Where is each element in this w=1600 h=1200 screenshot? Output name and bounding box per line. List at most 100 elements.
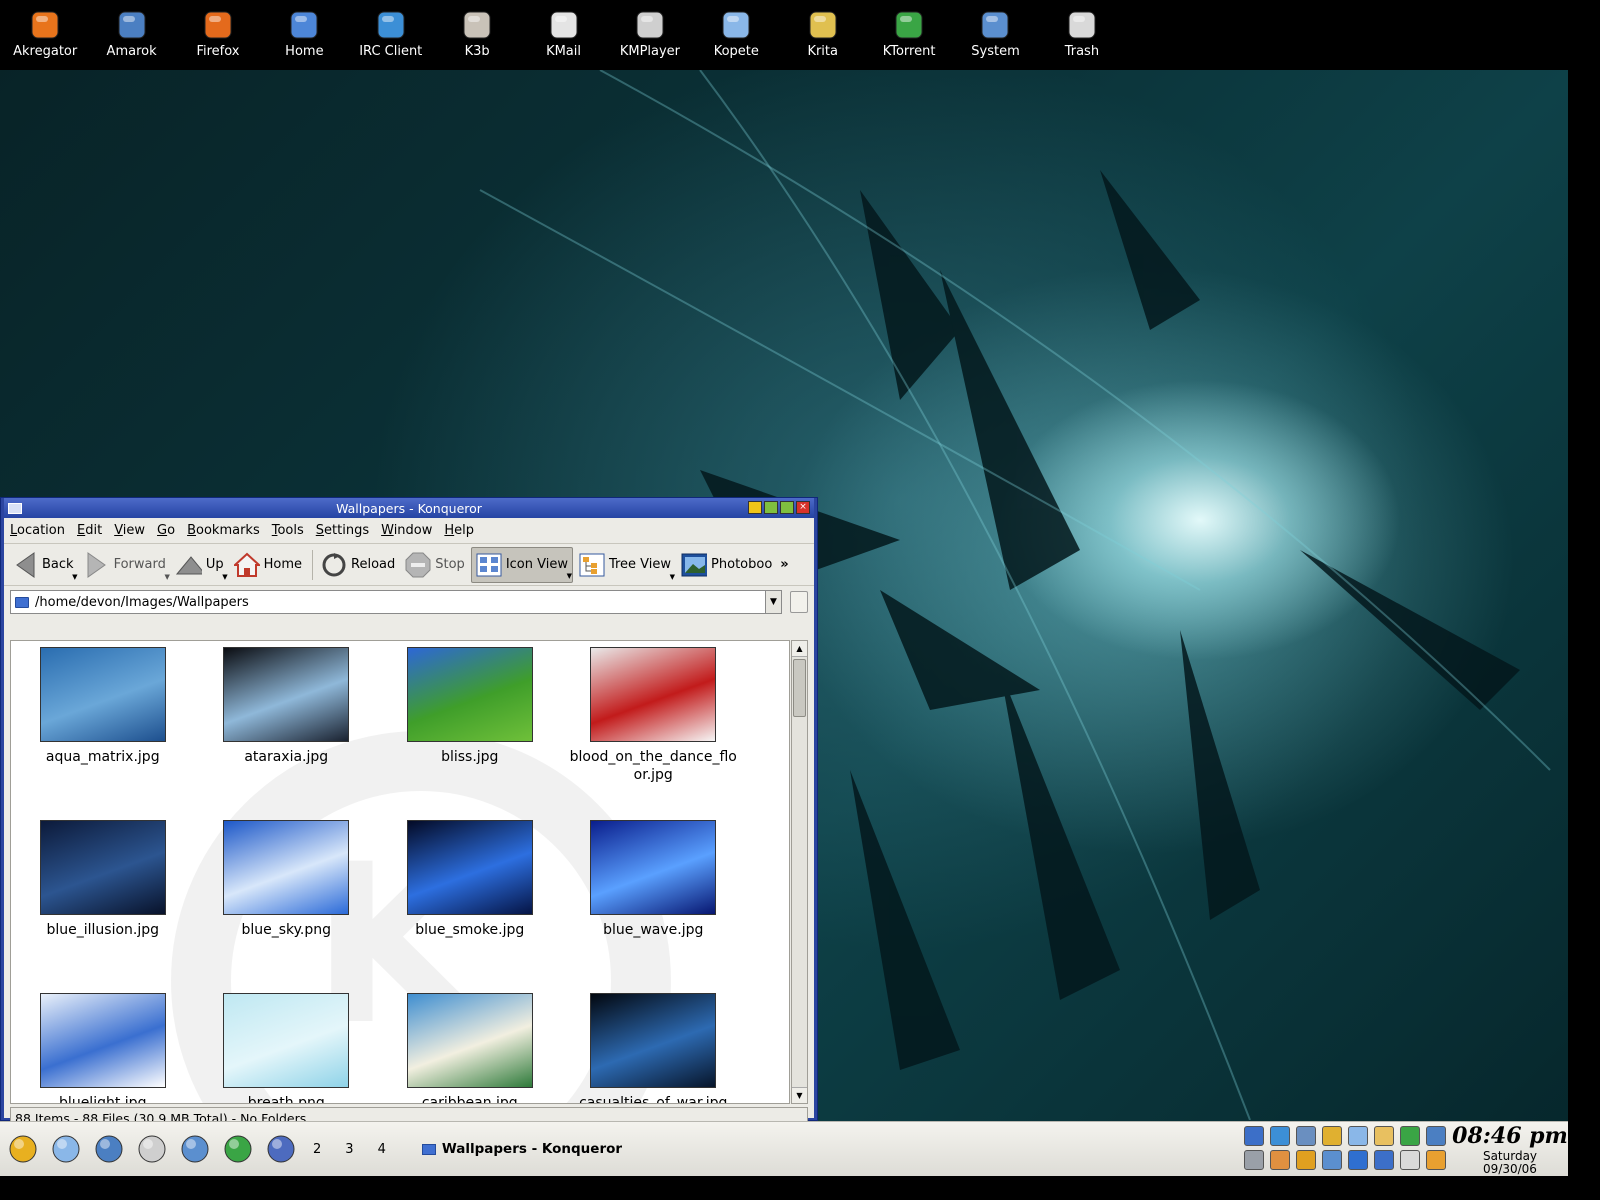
pager-desktop-3[interactable]: 3 (345, 1142, 353, 1157)
up-button[interactable]: Up ▼ (172, 547, 228, 583)
kmplayer-panel-icon[interactable] (132, 1129, 172, 1169)
icon-view-button[interactable]: Icon View ▼ (470, 546, 573, 583)
launcher-system[interactable]: System (952, 0, 1038, 70)
keyboard-tray-icon[interactable] (1270, 1150, 1290, 1170)
launcher-kmail[interactable]: KMail (520, 0, 606, 70)
file-item[interactable]: blue_sky.png (195, 814, 379, 987)
file-item[interactable]: caribbean.jpg (378, 987, 562, 1103)
monitor-tray-icon[interactable] (1244, 1126, 1264, 1146)
clear-location-button[interactable] (790, 591, 808, 613)
file-item[interactable]: bluelight.jpg (11, 987, 195, 1103)
minimize-button[interactable] (764, 501, 778, 514)
scroll-up-arrow[interactable]: ▲ (792, 641, 807, 657)
amarok-tray-icon[interactable] (1426, 1126, 1446, 1146)
menu-location[interactable]: Location (10, 523, 65, 538)
toolbar-overflow-button[interactable]: » (778, 547, 790, 583)
file-item[interactable]: blue_wave.jpg (562, 814, 746, 987)
file-item[interactable]: casualties_of_war.jpg (562, 987, 746, 1104)
file-name: blue_illusion.jpg (46, 922, 160, 938)
back-history-arrow[interactable]: ▼ (72, 573, 77, 581)
launcher-trash[interactable]: Trash (1039, 0, 1125, 70)
launcher-label: System (971, 44, 1020, 59)
kmenu-icon[interactable] (3, 1129, 43, 1169)
back-button[interactable]: Back ▼ (8, 547, 78, 583)
clock-time: 08:46 pm (1452, 1123, 1568, 1149)
file-icon-view[interactable]: K aqua_matrix.jpg ataraxia.jpg bliss.jpg bl… (10, 640, 790, 1104)
tree-view-button[interactable]: Tree View ▼ (575, 547, 675, 583)
location-history-dropdown[interactable]: ▼ (766, 590, 782, 614)
krita-icon (806, 8, 840, 42)
tree-view-options-arrow[interactable]: ▼ (670, 573, 675, 581)
stop-button[interactable]: Stop (401, 547, 469, 583)
shade-button[interactable] (748, 501, 762, 514)
window-titlebar[interactable]: Wallpapers - Konqueror × (4, 498, 814, 518)
menu-tools[interactable]: Tools (272, 523, 304, 538)
update-tray-icon[interactable] (1374, 1150, 1394, 1170)
launcher-amarok[interactable]: Amarok (88, 0, 174, 70)
icon-view-options-arrow[interactable]: ▼ (567, 572, 572, 580)
reload-button[interactable]: Reload (317, 547, 399, 583)
scroll-down-arrow[interactable]: ▼ (792, 1087, 807, 1103)
launcher-k3b[interactable]: K3b (434, 0, 520, 70)
toolbar-separator (312, 549, 314, 580)
file-item[interactable]: blood_on_the_dance_floor.jpg (562, 641, 746, 814)
menu-go[interactable]: Go (157, 523, 175, 538)
file-item[interactable]: blue_smoke.jpg (378, 814, 562, 987)
kopete-tray-icon[interactable] (1270, 1126, 1290, 1146)
lock-tray-icon[interactable] (1296, 1150, 1316, 1170)
file-name: casualties_of_war.jpg (579, 1095, 728, 1104)
launcher-ktorrent[interactable]: KTorrent (866, 0, 952, 70)
pager-desktop-2[interactable]: 2 (313, 1142, 321, 1157)
menu-window[interactable]: Window (381, 523, 432, 538)
file-item[interactable]: blue_illusion.jpg (11, 814, 195, 987)
korganizer-tray-icon[interactable] (1374, 1126, 1394, 1146)
launcher-firefox[interactable]: Firefox (175, 0, 261, 70)
file-item[interactable]: ataraxia.jpg (195, 641, 379, 814)
ktorrent-icon (892, 8, 926, 42)
launcher-irc-client[interactable]: IRC Client (348, 0, 434, 70)
network-tray-icon[interactable] (1322, 1150, 1342, 1170)
file-item[interactable]: bliss.jpg (378, 641, 562, 814)
launcher-krita[interactable]: Krita (780, 0, 866, 70)
file-item[interactable]: aqua_matrix.jpg (11, 641, 195, 814)
mail-tray-icon[interactable] (1400, 1150, 1420, 1170)
menu-settings[interactable]: Settings (316, 523, 369, 538)
launcher-home[interactable]: Home (261, 0, 347, 70)
amarok-panel-icon[interactable] (89, 1129, 129, 1169)
menu-view[interactable]: View (114, 523, 145, 538)
menu-edit[interactable]: Edit (77, 523, 102, 538)
kcontrol-icon[interactable] (175, 1129, 215, 1169)
launcher-kmplayer[interactable]: KMPlayer (607, 0, 693, 70)
maximize-button[interactable] (780, 501, 794, 514)
close-button[interactable]: × (796, 501, 810, 514)
arrow-up-icon (175, 552, 202, 578)
forward-history-arrow[interactable]: ▼ (164, 573, 169, 581)
ktorrent-panel-icon[interactable] (218, 1129, 258, 1169)
file-item[interactable]: breath.png (195, 987, 379, 1103)
launcher-label: IRC Client (359, 44, 423, 59)
scroll-thumb[interactable] (793, 659, 806, 717)
home-button[interactable]: Home (230, 547, 306, 583)
launcher-akregator[interactable]: Akregator (2, 0, 88, 70)
pager-desktop-4[interactable]: 4 (378, 1142, 386, 1157)
volume-tray-icon[interactable] (1296, 1126, 1316, 1146)
ktorrent-tray-icon[interactable] (1400, 1126, 1420, 1146)
search-tray-icon[interactable] (1244, 1150, 1264, 1170)
menu-bookmarks[interactable]: Bookmarks (187, 523, 260, 538)
forward-button[interactable]: Forward ▼ (80, 547, 170, 583)
show-desktop-icon[interactable] (261, 1129, 301, 1169)
download-tray-icon[interactable] (1348, 1150, 1368, 1170)
clock[interactable]: 08:46 pm Saturday 09/30/06 (1452, 1122, 1568, 1177)
up-history-arrow[interactable]: ▼ (222, 573, 227, 581)
vertical-scrollbar[interactable]: ▲ ▼ (791, 640, 808, 1104)
kopete-panel-icon[interactable] (46, 1129, 86, 1169)
launcher-kopete[interactable]: Kopete (693, 0, 779, 70)
chat-tray-icon[interactable] (1348, 1126, 1368, 1146)
location-input[interactable]: /home/devon/Images/Wallpapers (10, 590, 766, 614)
klipper-tray-icon[interactable] (1322, 1126, 1342, 1146)
taskbar-item-konqueror[interactable]: Wallpapers - Konqueror (421, 1141, 622, 1157)
photobook-button[interactable]: Photoboo (677, 547, 776, 583)
menu-help[interactable]: Help (444, 523, 474, 538)
file-thumbnail (406, 993, 533, 1088)
notes-tray-icon[interactable] (1426, 1150, 1446, 1170)
